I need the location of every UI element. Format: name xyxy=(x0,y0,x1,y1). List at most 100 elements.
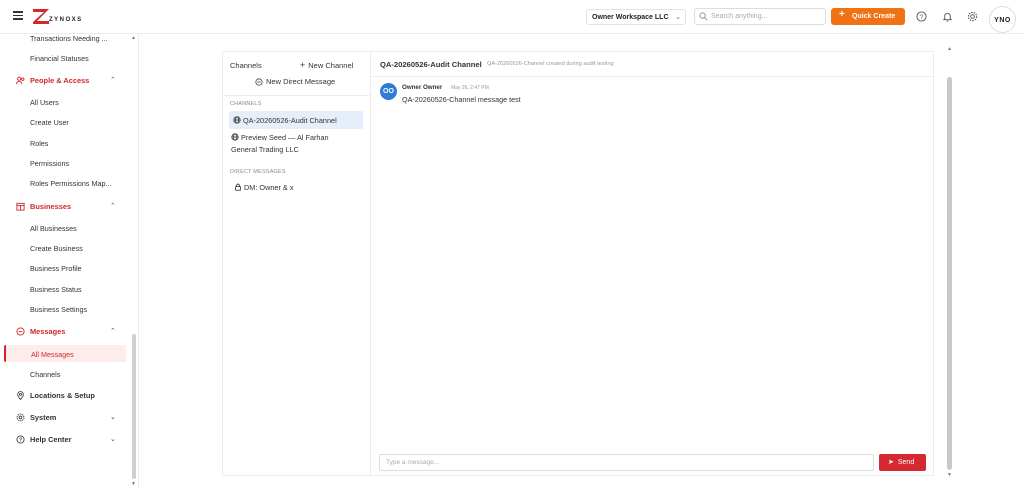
channel-list: Channels + New Channel New Direct Message… xyxy=(223,52,371,475)
messaging-panel: Channels + New Channel New Direct Message… xyxy=(222,51,934,476)
direct-messages-group-label: DIRECT MESSAGES xyxy=(230,169,286,175)
chevron-up-icon[interactable]: ⌃ xyxy=(110,202,116,210)
message-input[interactable]: Type a message... xyxy=(379,454,874,471)
message-timestamp: May 26, 2:47 PM xyxy=(451,85,489,91)
search-input[interactable]: Search anything... xyxy=(694,8,826,25)
sidebar-scroll-thumb[interactable] xyxy=(132,334,136,479)
location-pin-icon xyxy=(17,391,24,400)
send-icon: ➤ xyxy=(888,459,894,466)
user-avatar[interactable]: YNO xyxy=(989,6,1016,33)
sidebar-section-label: People & Access xyxy=(30,76,90,85)
workspace-selector[interactable]: Owner Workspace LLC ⌄ xyxy=(586,9,686,25)
chevron-down-icon: ⌄ xyxy=(675,14,681,21)
sidebar-item-all-businesses[interactable]: All Businesses xyxy=(30,224,77,233)
sidebar-scrollbar[interactable]: ▲ ▼ xyxy=(131,34,137,489)
sidebar-item-business-settings[interactable]: Business Settings xyxy=(30,305,87,314)
menu-icon[interactable] xyxy=(13,11,23,20)
channel-name: QA-20260526-Audit Channel xyxy=(243,116,337,125)
scroll-up-icon[interactable]: ▲ xyxy=(947,46,952,52)
dm-name: DM: Owner & x xyxy=(244,183,294,192)
channels-title: Channels xyxy=(230,61,262,70)
sidebar-item-roles[interactable]: Roles xyxy=(30,139,48,148)
help-icon[interactable]: ? xyxy=(916,11,927,22)
bell-icon[interactable] xyxy=(942,11,953,22)
channel-name: Preview Seed — Al Farhan xyxy=(241,133,329,142)
svg-text:?: ? xyxy=(920,14,924,21)
globe-icon xyxy=(231,133,239,141)
sidebar-section-label: Businesses xyxy=(30,202,72,211)
chat-channel-name: QA-20260526-Audit Channel xyxy=(380,60,482,69)
divider xyxy=(223,95,370,96)
gear-icon[interactable] xyxy=(967,11,978,22)
channel-item[interactable]: Preview Seed — Al Farhan General Trading… xyxy=(231,133,329,154)
send-button[interactable]: ➤ Send xyxy=(879,454,926,471)
message-text: QA-20260526-Channel message test xyxy=(402,95,521,104)
search-icon xyxy=(699,12,708,21)
new-channel-button[interactable]: + New Channel xyxy=(300,60,353,70)
scroll-down-icon[interactable]: ▼ xyxy=(947,472,952,478)
message-avatar: OO xyxy=(380,83,397,100)
plus-icon: + xyxy=(300,60,306,70)
quick-create-button[interactable]: + Quick Create xyxy=(831,8,905,25)
sidebar-section-label: Messages xyxy=(30,327,66,336)
chat-bubble-icon xyxy=(16,327,25,336)
channels-group-label: CHANNELS xyxy=(230,101,262,107)
sidebar: Transactions Needing ... Financial Statu… xyxy=(0,34,139,489)
send-label: Send xyxy=(897,459,915,466)
main-scroll-thumb[interactable] xyxy=(947,77,952,470)
sidebar-item-channels[interactable]: Channels xyxy=(30,370,60,379)
sidebar-section-label: Locations & Setup xyxy=(30,391,95,400)
main-scrollbar[interactable]: ▲ ▼ xyxy=(946,44,954,479)
sidebar-item-create-user[interactable]: Create User xyxy=(30,118,69,127)
sidebar-item-all-users[interactable]: All Users xyxy=(30,98,59,107)
plus-icon: + xyxy=(839,9,845,20)
sidebar-item-permissions[interactable]: Permissions xyxy=(30,159,69,168)
sidebar-section-help-center[interactable]: ? Help Center xyxy=(16,435,71,444)
globe-icon xyxy=(233,116,241,124)
logo[interactable]: ZYNOXS xyxy=(32,8,92,28)
sidebar-section-locations[interactable]: Locations & Setup xyxy=(16,391,95,400)
dm-item[interactable]: DM: Owner & x xyxy=(234,183,293,192)
sidebar-item-create-business[interactable]: Create Business xyxy=(30,244,83,253)
sidebar-item-all-messages[interactable]: All Messages xyxy=(31,350,74,359)
sidebar-section-businesses[interactable]: Businesses xyxy=(16,202,71,211)
channel-item-selected[interactable]: QA-20260526-Audit Channel xyxy=(229,111,363,129)
people-icon xyxy=(16,76,25,85)
scroll-down-icon[interactable]: ▼ xyxy=(131,481,136,487)
sidebar-section-label: System xyxy=(30,413,57,422)
sidebar-section-system[interactable]: System xyxy=(16,413,56,422)
channel-name-continued: General Trading LLC xyxy=(231,145,299,154)
sidebar-item-roles-permissions-map[interactable]: Roles Permissions Map... xyxy=(30,179,111,188)
sidebar-section-messages[interactable]: Messages xyxy=(16,327,65,336)
sidebar-item-business-profile[interactable]: Business Profile xyxy=(30,264,82,273)
new-channel-label: New Channel xyxy=(308,61,354,70)
chevron-up-icon[interactable]: ⌃ xyxy=(110,76,116,84)
chat-area: QA-20260526-Audit Channel QA-20260526-Ch… xyxy=(372,52,934,475)
gear-icon xyxy=(16,413,25,422)
new-direct-message-label: New Direct Message xyxy=(266,77,336,86)
scroll-up-icon[interactable]: ▲ xyxy=(131,35,136,41)
chat-bubble-icon xyxy=(255,77,263,86)
sidebar-item-transactions[interactable]: Transactions Needing ... xyxy=(30,34,108,43)
svg-text:?: ? xyxy=(19,438,22,444)
chevron-up-icon[interactable]: ⌃ xyxy=(110,327,116,335)
lock-icon xyxy=(235,183,241,191)
sidebar-item-business-status[interactable]: Business Status xyxy=(30,285,82,294)
sidebar-section-label: Help Center xyxy=(30,435,72,444)
building-icon xyxy=(16,202,25,211)
chat-header: QA-20260526-Audit Channel QA-20260526-Ch… xyxy=(372,52,934,77)
sidebar-item-financial-statuses[interactable]: Financial Statuses xyxy=(30,54,89,63)
new-direct-message-button[interactable]: New Direct Message xyxy=(255,77,335,86)
chat-channel-description: QA-20260526-Channel created during audit… xyxy=(487,61,614,67)
top-bar: ZYNOXS Owner Workspace LLC ⌄ Search anyt… xyxy=(0,0,1024,34)
help-icon: ? xyxy=(16,435,25,444)
logo-text: ZYNOXS xyxy=(49,17,83,23)
logo-mark-icon xyxy=(33,9,49,24)
message-author: Owner Owner xyxy=(402,84,443,91)
message-input-placeholder: Type a message... xyxy=(386,459,440,466)
quick-create-label: Quick Create xyxy=(852,12,896,20)
sidebar-section-people-access[interactable]: People & Access xyxy=(16,76,89,85)
chevron-down-icon[interactable]: ⌄ xyxy=(110,435,116,443)
workspace-name: Owner Workspace LLC xyxy=(592,14,669,21)
chevron-down-icon[interactable]: ⌄ xyxy=(110,413,116,421)
